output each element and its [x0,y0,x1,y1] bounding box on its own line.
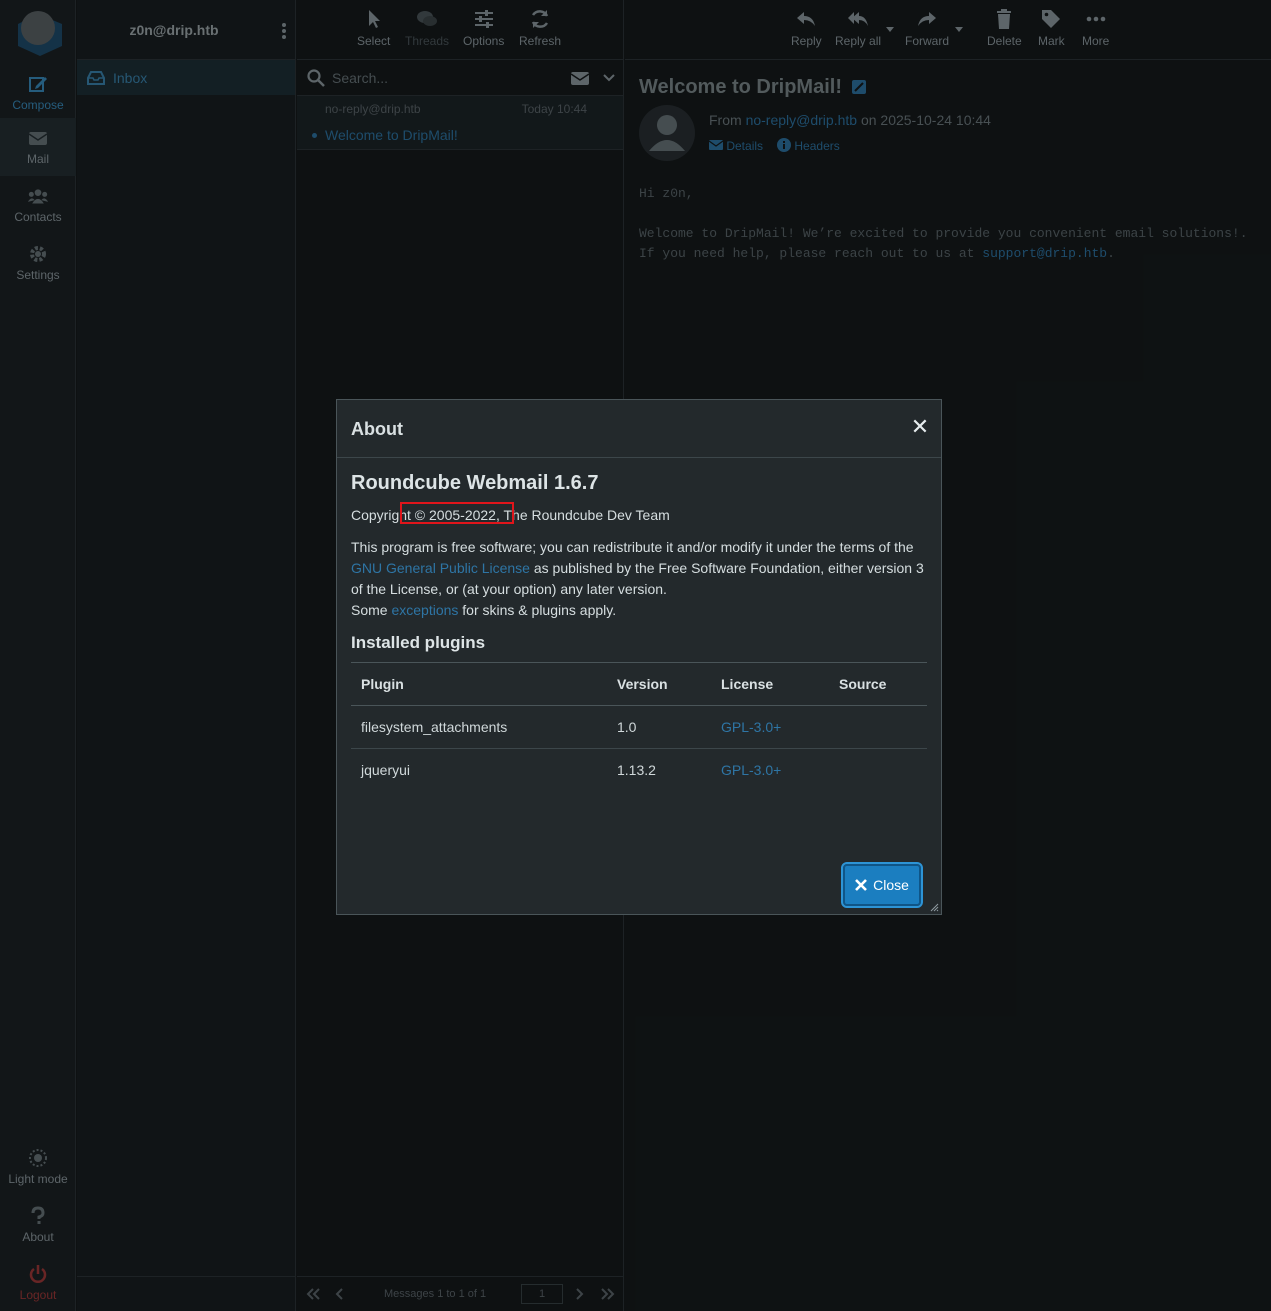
some-text: Some [351,602,388,618]
plugins-table: Plugin Version License Source filesystem… [351,663,927,791]
dialog-title: About [351,419,403,439]
license-text: This program is free software; you can r… [351,537,927,621]
column-version: Version [607,663,711,706]
close-button[interactable]: Close [841,862,923,908]
close-label: Close [873,877,909,893]
about-dialog: About ✕ Roundcube Webmail 1.6.7 Copyrigh… [336,399,942,915]
plugin-version: 1.0 [607,705,711,749]
x-icon [855,879,868,891]
dialog-header: About ✕ [337,400,941,458]
plugins-heading: Installed plugins [351,633,927,663]
copyright-line: Copyright © 2005-2022, The Roundcube Dev… [351,502,927,524]
resize-grip-icon[interactable] [930,903,939,912]
column-license: License [711,663,829,706]
table-row: jqueryui 1.13.2 GPL-3.0+ [351,748,927,791]
dialog-body: Roundcube Webmail 1.6.7 Copyright © 2005… [351,458,927,791]
exceptions-text: for skins & plugins apply. [462,602,617,618]
webmail-app: Compose Mail Contacts Settings Light mod… [0,0,1271,1311]
exceptions-link[interactable]: exceptions [391,602,458,618]
table-row: filesystem_attachments 1.0 GPL-3.0+ [351,705,927,749]
plugin-license-link[interactable]: GPL-3.0+ [711,748,829,791]
table-header-row: Plugin Version License Source [351,663,927,706]
column-plugin: Plugin [351,663,607,706]
column-source: Source [829,663,927,706]
plugin-name: jqueryui [361,761,411,778]
plugin-license-link[interactable]: GPL-3.0+ [711,705,829,749]
plugin-source [829,705,927,749]
license-part-1: This program is free software; you can r… [351,539,914,555]
highlight-box [400,502,514,524]
plugin-source [829,748,927,791]
close-icon[interactable]: ✕ [909,416,931,438]
gpl-link[interactable]: GNU General Public License [351,560,530,576]
plugin-version: 1.13.2 [617,761,656,778]
product-heading: Roundcube Webmail 1.6.7 [351,472,599,494]
plugin-name: filesystem_attachments [351,705,607,749]
